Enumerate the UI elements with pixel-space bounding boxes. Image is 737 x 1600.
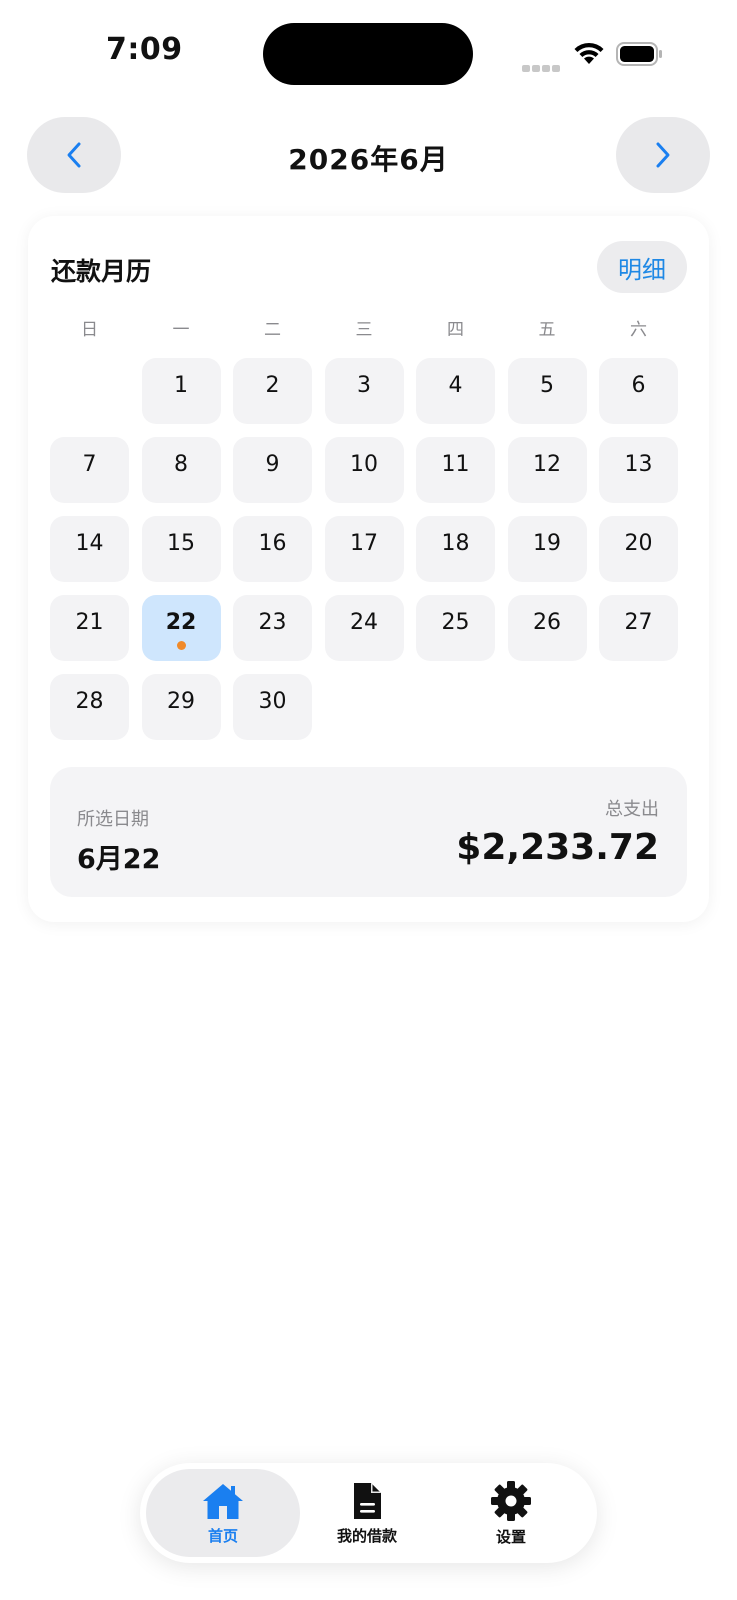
calendar-day[interactable]: 16 — [233, 516, 312, 582]
total-expense-value: $2,233.72 — [456, 827, 659, 868]
repayment-marker-dot — [176, 641, 186, 650]
calendar-day-number: 30 — [258, 689, 287, 714]
tab-home-label: 首页 — [207, 1526, 238, 1545]
calendar-day[interactable]: 2 — [233, 358, 312, 424]
tab-my-loans[interactable]: 我的借款 — [290, 1469, 444, 1557]
calendar-day[interactable]: 15 — [141, 516, 221, 582]
calendar-day-number: 23 — [258, 610, 287, 635]
calendar-day[interactable]: 19 — [507, 516, 587, 582]
dynamic-island — [263, 23, 473, 85]
calendar-day-number: 6 — [631, 373, 646, 398]
tab-settings[interactable]: 设置 — [434, 1469, 588, 1557]
calendar-day-number: 7 — [82, 452, 97, 477]
selected-date-value: 6月22 — [77, 844, 161, 875]
calendar-day-number: 13 — [624, 452, 653, 477]
weekday-label: 四 — [447, 320, 464, 340]
tab-bar: 首页 我的借款 设置 — [140, 1463, 597, 1563]
selected-date-label: 所选日期 — [77, 809, 149, 830]
screen: 7:09 2026年6月 还款月历 明细 日一二三四五六 1234567 8 9… — [0, 0, 737, 1600]
tab-settings-label: 设置 — [495, 1527, 526, 1546]
calendar-day[interactable]: 11 — [416, 437, 495, 503]
calendar-day-number: 15 — [167, 531, 195, 556]
calendar-day-number: 25 — [441, 610, 470, 635]
status-icons — [522, 38, 672, 72]
calendar-day-number: 10 — [350, 452, 378, 477]
calendar-day-number: 26 — [533, 610, 561, 635]
calendar-day[interactable]: 21 — [50, 595, 129, 661]
calendar-day[interactable]: 12 — [507, 437, 587, 503]
next-month-button[interactable] — [616, 117, 710, 193]
card-title: 还款月历 — [51, 257, 152, 286]
calendar-grid: 1 2 3 4 5 6 7 8 9 10 11 12 13 14 15 16 17 18 19 20 21 22 23 24 2… — [50, 358, 688, 750]
tab-home[interactable]: 首页 — [146, 1469, 300, 1557]
calendar-day[interactable]: 30 — [233, 674, 312, 740]
calendar-day-number: 29 — [167, 689, 195, 714]
calendar-day-number: 12 — [533, 452, 561, 477]
calendar-day[interactable]: 5 — [507, 358, 587, 424]
cellular-signal-icon — [522, 57, 562, 76]
calendar-day-number: 14 — [75, 531, 104, 556]
calendar-day-number: 20 — [624, 531, 653, 556]
calendar-day[interactable]: 9 — [233, 437, 312, 503]
calendar-day-number: 4 — [448, 373, 463, 398]
chevron-right-icon — [656, 142, 670, 168]
weekday-label: 五 — [538, 320, 556, 340]
calendar-day-number: 16 — [258, 531, 287, 556]
weekday-header: 日一二三四五六 — [50, 315, 688, 343]
calendar-day-number: 11 — [441, 452, 470, 477]
calendar-day-number: 27 — [624, 610, 653, 635]
weekday-label: 二 — [264, 320, 281, 340]
wifi-icon — [574, 42, 604, 64]
calendar-day-number: 8 — [174, 452, 188, 477]
calendar-day[interactable]: 20 — [599, 516, 678, 582]
calendar-day[interactable]: 4 — [416, 358, 495, 424]
calendar-day[interactable]: 7 — [50, 437, 129, 503]
calendar-day[interactable]: 6 — [599, 358, 678, 424]
weekday-label: 六 — [630, 320, 647, 340]
house-icon — [203, 1483, 243, 1519]
calendar-day[interactable]: 10 — [324, 437, 404, 503]
status-time: 7:09 — [106, 32, 183, 67]
weekday-label: 一 — [172, 320, 190, 340]
weekday-label: 日 — [81, 320, 98, 340]
calendar-day[interactable]: 18 — [416, 516, 495, 582]
calendar-day[interactable]: 13 — [599, 437, 678, 503]
calendar-day[interactable]: 3 — [324, 358, 404, 424]
weekday-label: 三 — [355, 320, 373, 340]
calendar-day-number: 9 — [265, 452, 280, 477]
calendar-day-number: 2 — [265, 373, 280, 398]
tab-my-loans-label: 我的借款 — [336, 1526, 397, 1545]
calendar-day[interactable]: 26 — [507, 595, 587, 661]
calendar-day[interactable]: 8 — [141, 437, 221, 503]
repayment-calendar-card: 还款月历 明细 日一二三四五六 1 2 3 4 5 6 7 8 9 10 11 12 13 14 15 16 1… — [28, 216, 709, 922]
total-expense-label: 总支出 — [605, 799, 659, 820]
calendar-day-number: 17 — [350, 531, 378, 556]
calendar-day[interactable]: 29 — [141, 674, 221, 740]
calendar-day-number: 22 — [165, 610, 197, 635]
calendar-day[interactable]: 28 — [50, 674, 129, 740]
detail-button[interactable]: 明细 — [597, 241, 687, 293]
calendar-day[interactable]: 27 — [599, 595, 678, 661]
calendar-day[interactable]: 24 — [324, 595, 404, 661]
battery-icon — [616, 42, 662, 66]
calendar-day-number: 21 — [75, 610, 104, 635]
calendar-day-number: 18 — [441, 531, 470, 556]
summary-panel: 所选日期 6月22 总支出 $2,233.72 — [50, 767, 687, 897]
document-icon — [354, 1482, 381, 1519]
calendar-day[interactable]: 25 — [416, 595, 495, 661]
calendar-day-number: 3 — [357, 373, 371, 398]
calendar-day[interactable]: 14 — [50, 516, 129, 582]
calendar-day-selected[interactable]: 22 — [141, 595, 221, 661]
calendar-day[interactable]: 1 — [141, 358, 221, 424]
calendar-day-number: 28 — [75, 689, 104, 714]
gear-icon — [491, 1480, 531, 1521]
calendar-day-number: 24 — [350, 610, 378, 635]
calendar-day-number: 19 — [533, 531, 561, 556]
calendar-day[interactable]: 17 — [324, 516, 404, 582]
calendar-day-number: 1 — [174, 373, 188, 398]
calendar-day-number: 5 — [540, 373, 554, 398]
calendar-day[interactable]: 23 — [233, 595, 312, 661]
